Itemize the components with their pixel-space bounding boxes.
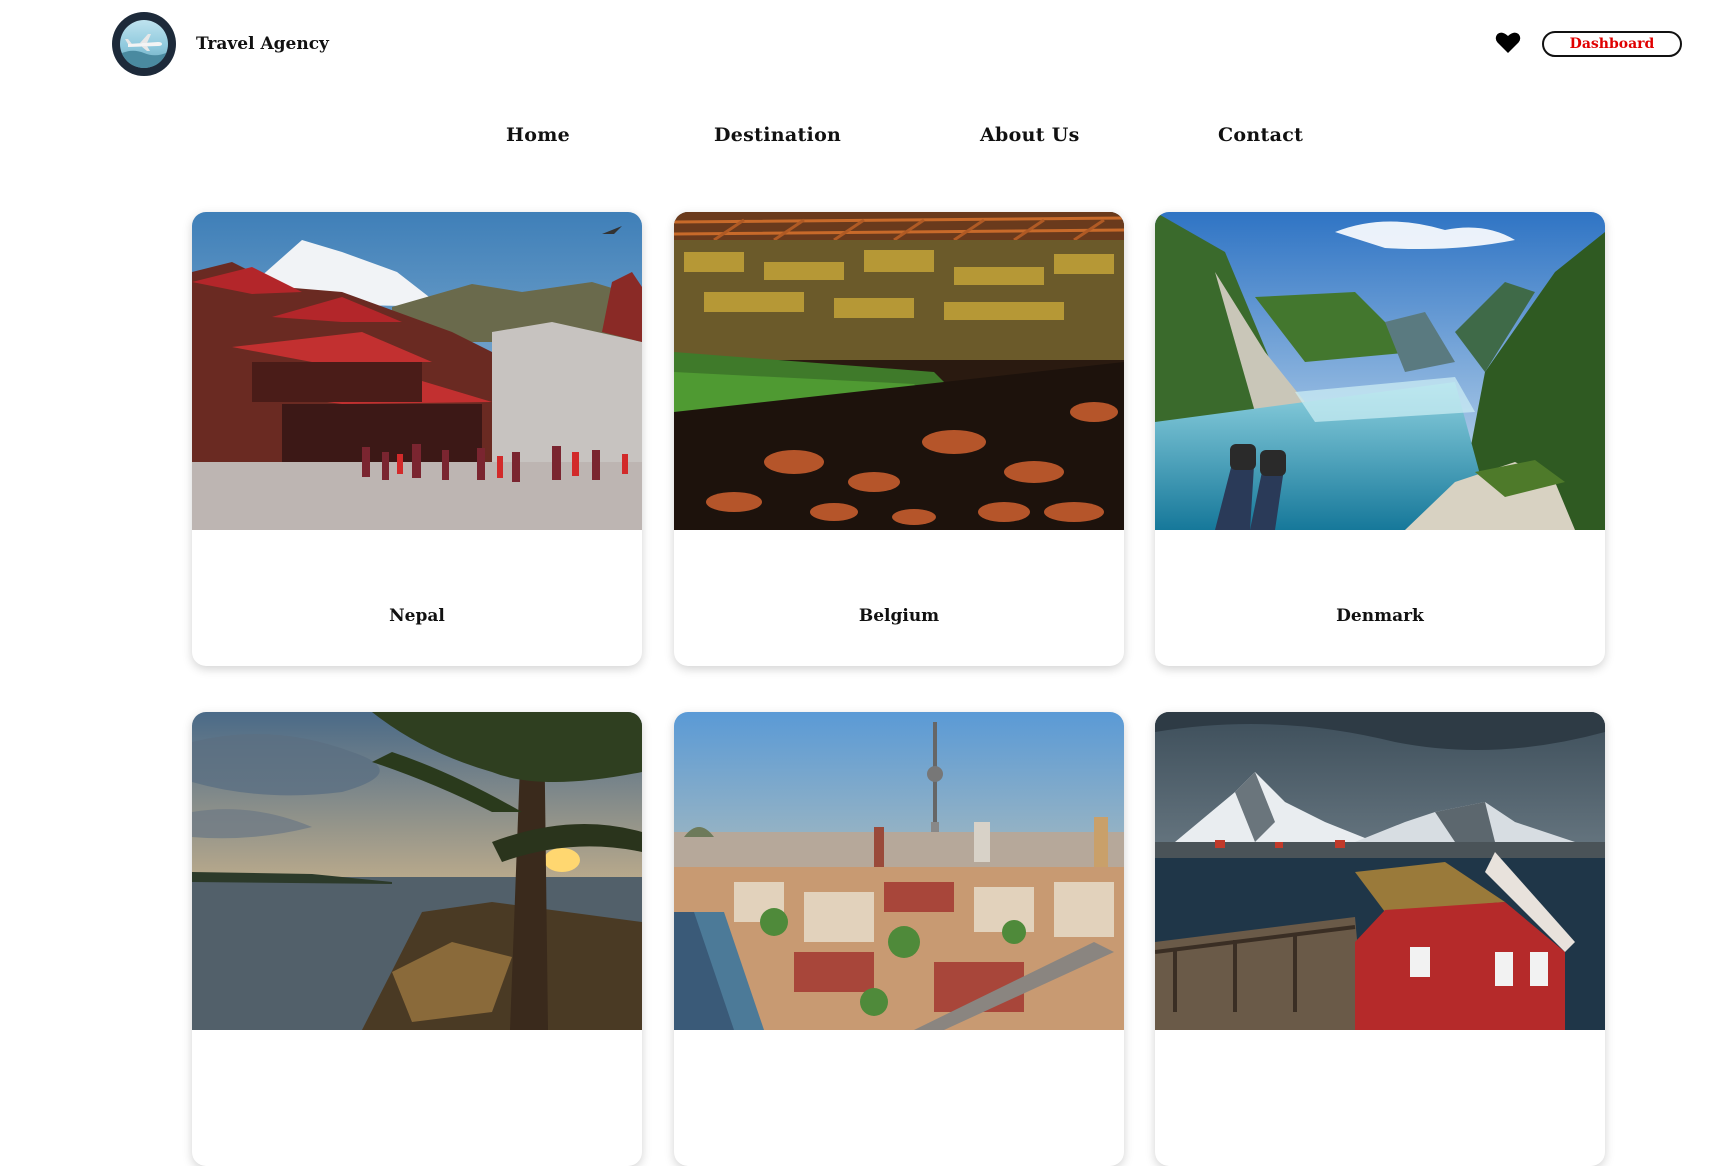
heart-icon[interactable] — [1495, 31, 1521, 55]
nav-contact[interactable]: Contact — [1218, 124, 1303, 146]
city-tv-tower-photo — [674, 712, 1124, 1030]
card-title: Belgium — [858, 606, 940, 626]
brand-name[interactable]: Travel Agency — [196, 34, 329, 54]
stadium-crowd-photo — [674, 212, 1124, 530]
nav-destination[interactable]: Destination — [714, 124, 841, 146]
lakeside-pine-sunset-photo — [192, 712, 642, 1030]
dashboard-button[interactable]: Dashboard — [1542, 31, 1682, 57]
card-title: Denmark — [1336, 606, 1424, 626]
nav-about-us[interactable]: About Us — [980, 124, 1080, 146]
logo[interactable] — [112, 12, 176, 76]
destination-card-nepal[interactable]: Nepal — [192, 212, 642, 666]
temple-mountain-photo — [192, 212, 642, 530]
red-cabin-mountains-photo — [1155, 712, 1605, 1030]
destination-card-belgium[interactable]: Belgium — [674, 212, 1124, 666]
nav-home[interactable]: Home — [506, 124, 570, 146]
destination-card-6[interactable] — [1155, 712, 1605, 1166]
destination-card-5[interactable] — [674, 712, 1124, 1166]
plane-logo-icon — [120, 20, 168, 68]
destination-card-denmark[interactable]: Denmark — [1155, 212, 1605, 666]
destination-card-4[interactable] — [192, 712, 642, 1166]
fjord-cliff-photo — [1155, 212, 1605, 530]
card-title: Nepal — [389, 606, 445, 626]
